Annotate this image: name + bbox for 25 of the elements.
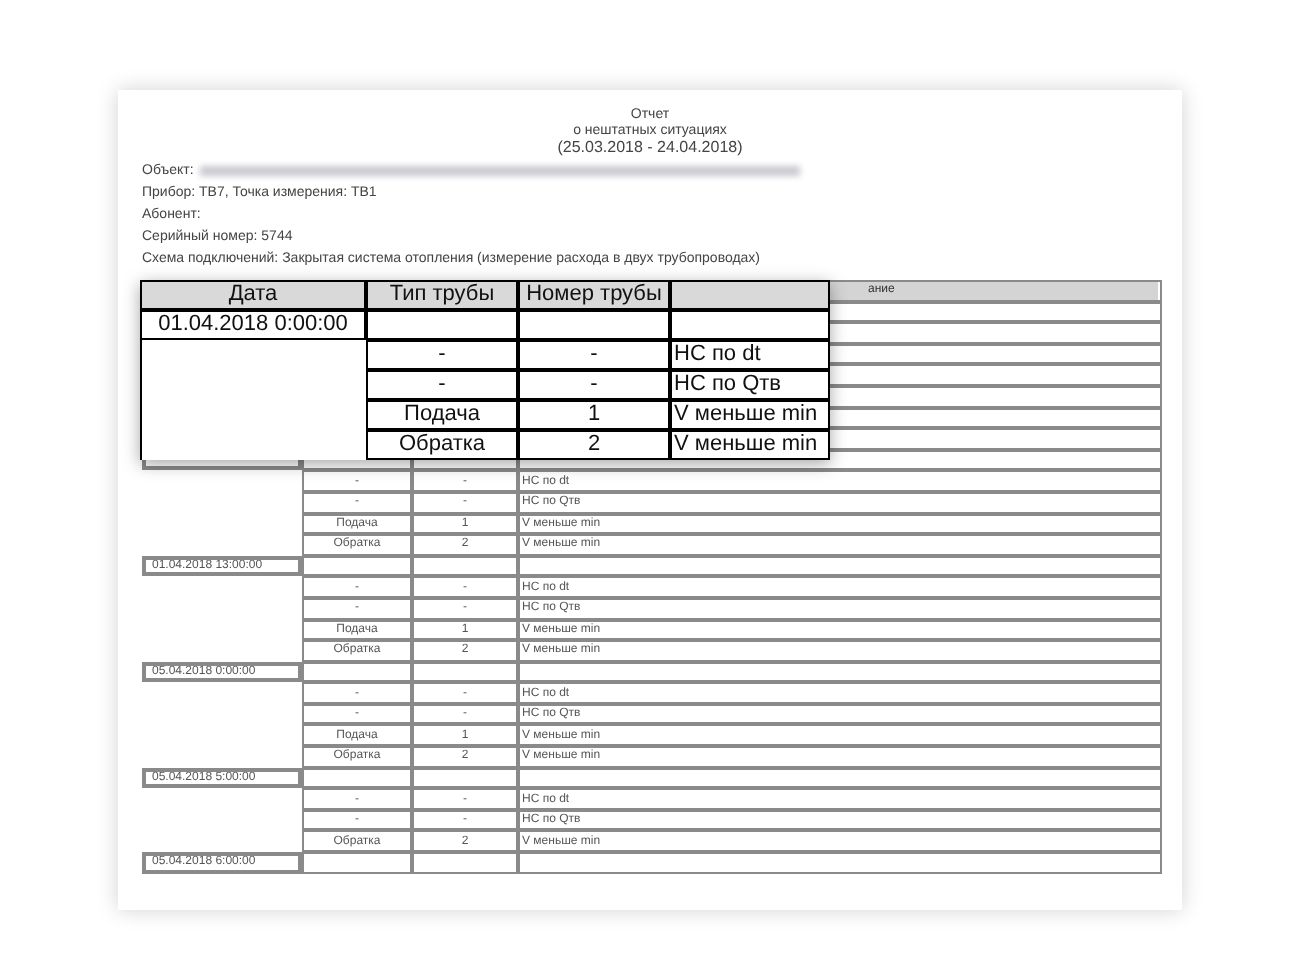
date-cell: 01.04.2018 0:00:00 bbox=[140, 310, 366, 340]
description-cell: V меньше min bbox=[670, 400, 830, 430]
table-cell bbox=[412, 767, 518, 789]
column-header: Тип трубы bbox=[366, 280, 518, 310]
table-cell bbox=[412, 661, 518, 683]
number-cell: 1 bbox=[518, 400, 670, 430]
number-cell: - bbox=[518, 370, 670, 400]
report-period: (25.03.2018 - 24.04.2018) bbox=[557, 140, 743, 156]
table-cell bbox=[412, 555, 518, 577]
table-cell bbox=[302, 661, 412, 683]
column-header: Дата bbox=[140, 280, 366, 310]
pipe-cell: Обратка bbox=[366, 430, 518, 460]
number-cell: - bbox=[518, 340, 670, 370]
table-cell bbox=[412, 852, 518, 874]
number-cell: 2 bbox=[518, 430, 670, 460]
description-cell: НС по dt bbox=[670, 340, 830, 370]
table-cell bbox=[302, 767, 412, 789]
description-cell: НС по Qтв bbox=[670, 370, 830, 400]
table-cell bbox=[302, 555, 412, 577]
pipe-cell: - bbox=[366, 340, 518, 370]
pipe-cell: - bbox=[366, 370, 518, 400]
pipe-cell: Подача bbox=[366, 400, 518, 430]
table-cell bbox=[302, 852, 412, 874]
column-header: Номер трубы bbox=[518, 280, 670, 310]
description-cell: V меньше min bbox=[670, 430, 830, 460]
